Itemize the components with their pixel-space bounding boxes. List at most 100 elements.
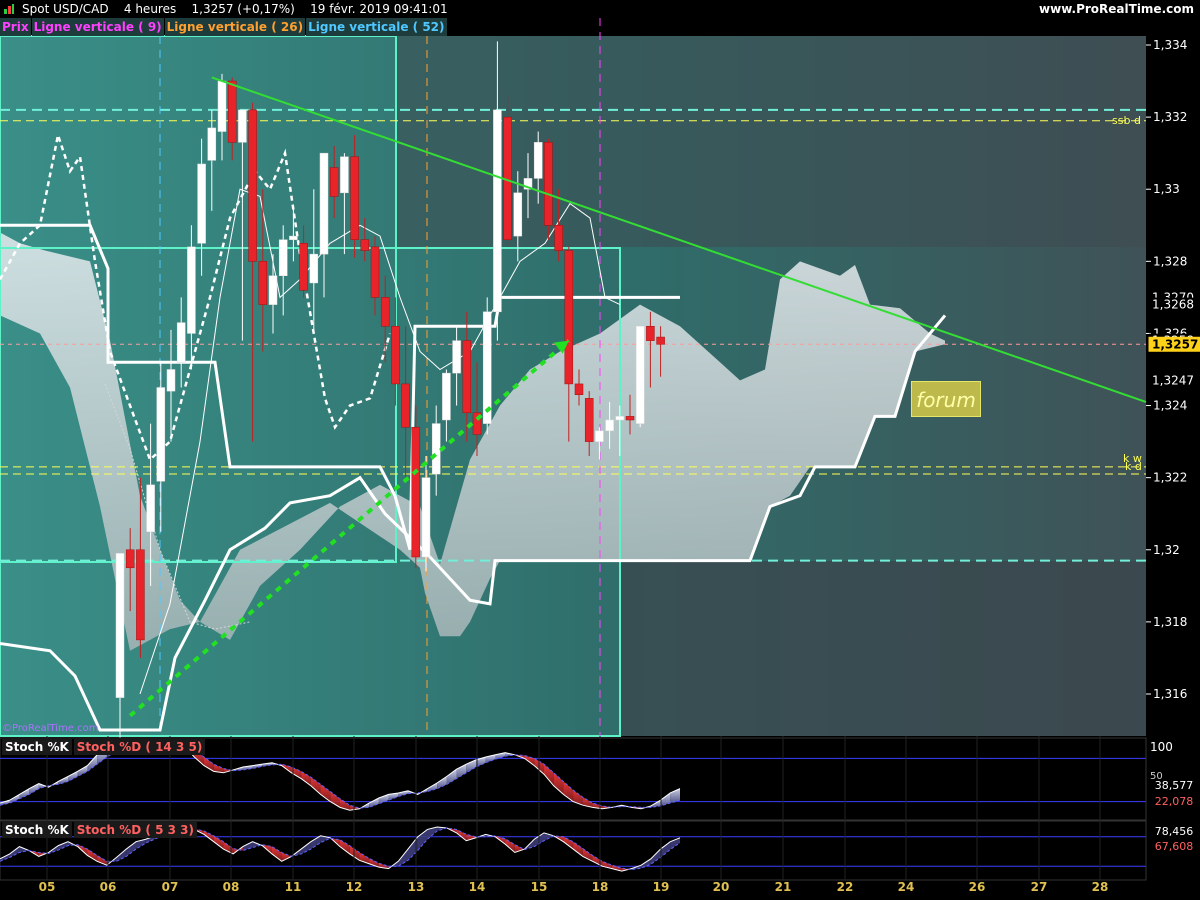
candle-body — [370, 246, 380, 298]
candle-body — [564, 250, 574, 385]
candle-body — [533, 142, 543, 179]
candle-body — [217, 80, 227, 132]
legend-item-vline-52[interactable]: Ligne verticale ( 52) — [306, 18, 447, 36]
candle-body — [125, 549, 135, 569]
candle-body — [656, 336, 665, 345]
last-price: 1,3257 (+0,17%) — [191, 2, 295, 16]
indicator1-k-label[interactable]: Stoch %K — [2, 739, 72, 755]
x-tick-label: 26 — [968, 880, 986, 894]
candle-body — [166, 369, 176, 392]
candle-body — [278, 239, 288, 277]
x-tick-label: 22 — [836, 880, 854, 894]
watermark: ©ProRealTime.com — [2, 723, 99, 734]
candle-body — [635, 325, 645, 424]
ind2-d-value: 67,608 — [1148, 840, 1200, 854]
x-tick-label: 08 — [222, 880, 240, 894]
candle-body — [136, 549, 145, 641]
x-tick-label: 27 — [1030, 880, 1048, 894]
candle-body — [431, 423, 441, 475]
timeframe: 4 heures — [123, 2, 177, 16]
candle-body — [615, 416, 625, 421]
candle-body — [248, 109, 257, 262]
ind1-k-value: 38,577 — [1148, 779, 1200, 793]
candle-body — [411, 426, 421, 558]
y-tick-label: 1,334 — [1153, 38, 1187, 52]
datetime: 19 févr. 2019 09:41:01 — [310, 2, 448, 16]
legend-item-vline-9[interactable]: Ligne verticale ( 9) — [31, 18, 164, 36]
candle-body — [605, 419, 614, 432]
candle-body — [462, 340, 472, 414]
y-tick-label: 1,324 — [1153, 399, 1187, 413]
candle-body — [329, 167, 339, 197]
candle-body — [360, 239, 370, 251]
x-tick-label: 20 — [712, 880, 730, 894]
indicator1-legend: Stoch %K Stoch %D ( 14 3 5) — [2, 739, 207, 755]
indicator1-d-label[interactable]: Stoch %D ( 14 3 5) — [73, 739, 206, 755]
x-tick-label: 19 — [652, 880, 670, 894]
x-tick-label: 15 — [530, 880, 548, 894]
candle-body — [625, 416, 635, 421]
candle-body — [227, 80, 237, 143]
header-info: Spot USD/CAD 4 heures 1,3257 (+0,17%) 19… — [22, 0, 448, 18]
y-tick-label: 1,32 — [1153, 543, 1180, 557]
candle-body — [197, 163, 206, 244]
candle-body — [574, 383, 584, 395]
candle-body — [380, 297, 390, 327]
x-tick-label: 13 — [407, 880, 425, 894]
candle-body — [452, 340, 461, 374]
x-tick-label: 06 — [99, 880, 117, 894]
grey-zone-bottom-right — [620, 561, 1146, 736]
candle-body — [401, 383, 410, 428]
indicator2-d-label[interactable]: Stoch %D ( 5 3 3) — [73, 822, 197, 838]
candle-body — [391, 325, 400, 385]
price-label: 1,3268 — [1152, 298, 1194, 312]
candle-body — [421, 477, 431, 558]
site-url[interactable]: www.ProRealTime.com — [1039, 0, 1194, 18]
y-tick-label: 1,33 — [1153, 182, 1180, 196]
candle-body — [289, 235, 298, 240]
legend-item-vline-26[interactable]: Ligne verticale ( 26) — [164, 18, 306, 36]
candle-body — [319, 152, 329, 255]
y-tick-label: 1,322 — [1153, 471, 1187, 485]
candle-body — [493, 109, 502, 313]
candle-body — [146, 484, 155, 532]
candle-body — [299, 243, 308, 291]
ind1-level-100: 100 — [1150, 740, 1173, 754]
candle-body — [207, 127, 217, 161]
bars-icon — [4, 4, 14, 14]
header-bar: Spot USD/CAD 4 heures 1,3257 (+0,17%) 19… — [0, 0, 1200, 18]
x-tick-label: 05 — [38, 880, 56, 894]
kd-label: k d — [1125, 460, 1142, 473]
y-tick-label: 1,328 — [1153, 254, 1187, 268]
y-tick-label: 1,318 — [1153, 615, 1187, 629]
candle-body — [584, 398, 594, 442]
candle-body — [513, 192, 523, 237]
ind2-k-value: 78,456 — [1148, 825, 1200, 839]
candle-body — [238, 109, 247, 143]
y-tick-label: 1,316 — [1153, 687, 1187, 701]
candle-body — [482, 311, 492, 424]
indicator2-legend: Stoch %K Stoch %D ( 5 3 3) — [2, 822, 199, 838]
x-tick-label: 28 — [1091, 880, 1109, 894]
chart-canvas: 1,3341,3321,331,3281,3261,3241,3221,321,… — [0, 18, 1200, 900]
x-tick-label: 14 — [468, 880, 486, 894]
indicator2-k-label[interactable]: Stoch %K — [2, 822, 72, 838]
candle-body — [176, 322, 186, 363]
candle-body — [442, 372, 451, 421]
candle-body — [115, 553, 125, 698]
ind1-d-value: 22,078 — [1148, 795, 1200, 809]
x-tick-label: 12 — [345, 880, 363, 894]
candle-body — [595, 430, 604, 442]
x-tick-label: 11 — [284, 880, 302, 894]
candle-body — [187, 246, 196, 334]
x-tick-label: 24 — [897, 880, 915, 894]
candle-body — [544, 142, 553, 226]
candle-body — [156, 387, 166, 482]
symbol-name: Spot USD/CAD — [22, 2, 109, 16]
forum-label[interactable]: forum — [911, 381, 981, 417]
y-tick-label: 1,332 — [1153, 110, 1187, 124]
legend-item-prix[interactable]: Prix — [0, 18, 31, 36]
candle-body — [258, 261, 268, 305]
x-tick-label: 21 — [774, 880, 792, 894]
price-label: 1,3257 — [1152, 337, 1198, 351]
